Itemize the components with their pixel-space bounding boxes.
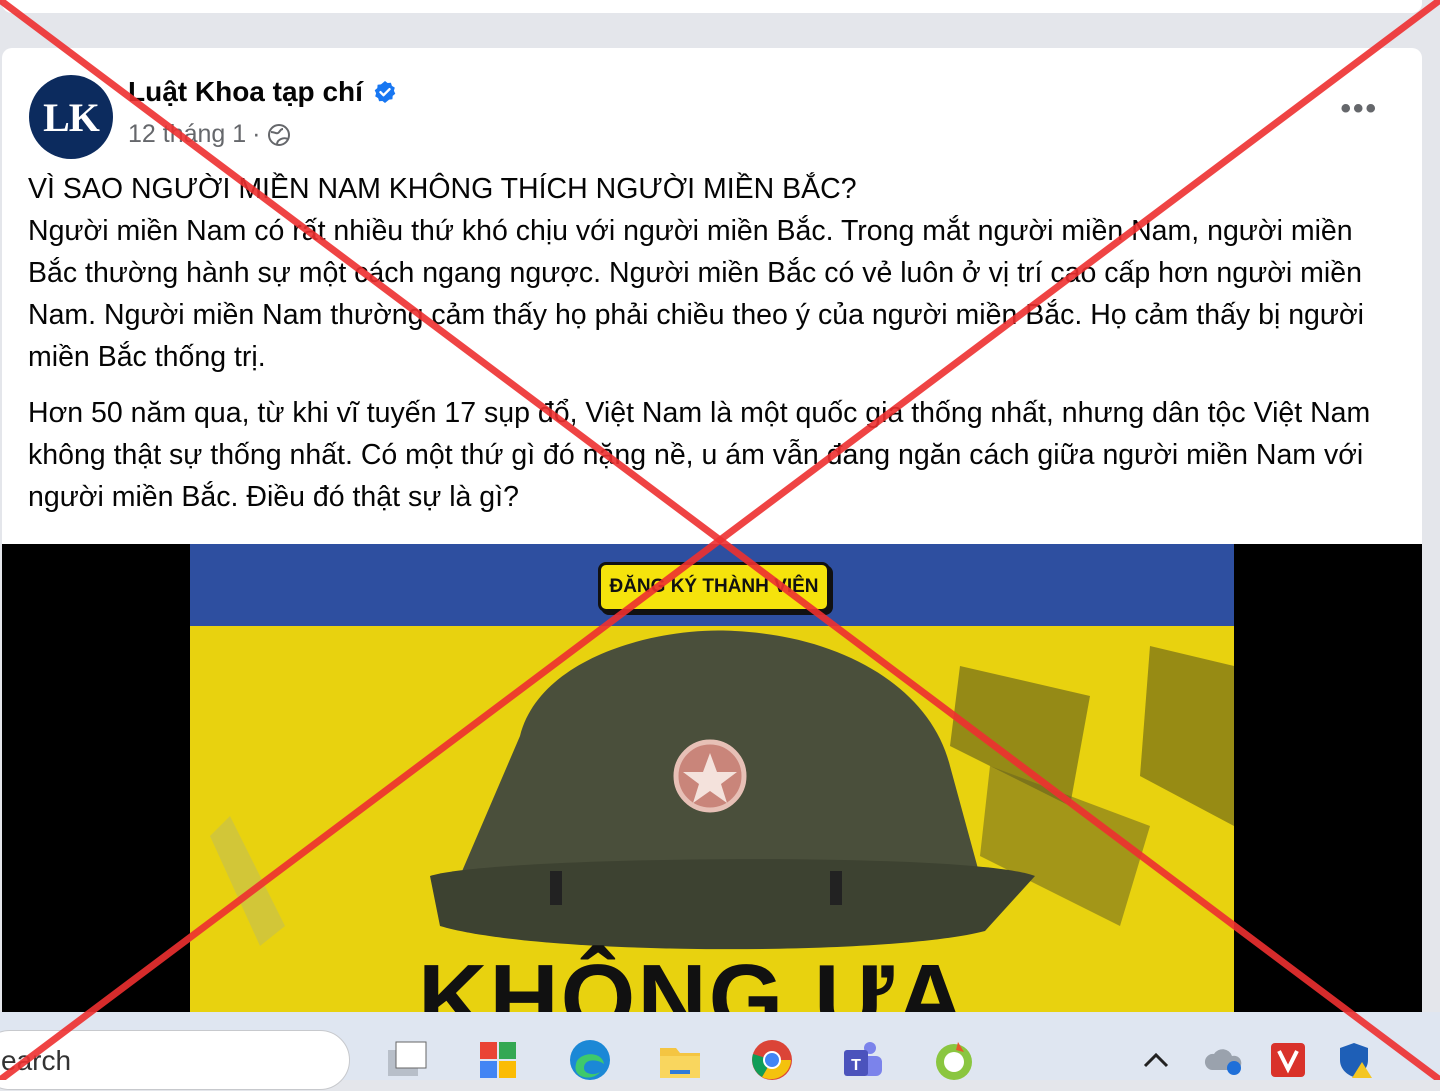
task-view-icon[interactable] xyxy=(382,1036,430,1084)
page-avatar[interactable]: LK xyxy=(29,75,113,159)
windows-taskbar: earch T xyxy=(0,1012,1440,1090)
globe-icon xyxy=(267,123,290,146)
post-text: VÌ SAO NGƯỜI MIỀN NAM KHÔNG THÍCH NGƯỜI … xyxy=(28,168,1408,532)
author-name[interactable]: Luật Khoa tạp chí xyxy=(128,76,363,108)
chevron-up-icon[interactable] xyxy=(1132,1036,1180,1084)
video-thumbnail: ĐĂNG KÝ THÀNH VIÊN KHÔNG ƯA xyxy=(190,544,1234,1048)
start-icon[interactable] xyxy=(474,1036,522,1084)
file-explorer-icon[interactable] xyxy=(656,1036,704,1084)
verified-badge-icon xyxy=(374,81,396,103)
post-meta: 12 tháng 1 · xyxy=(128,120,291,149)
coccoc-icon[interactable] xyxy=(930,1036,978,1084)
subscribe-button-graphic: ĐĂNG KÝ THÀNH VIÊN xyxy=(598,562,830,612)
post-date[interactable]: 12 tháng 1 xyxy=(128,120,246,149)
onedrive-icon[interactable] xyxy=(1200,1036,1248,1084)
author-row: Luật Khoa tạp chí xyxy=(128,76,397,108)
post-paragraph: Hơn 50 năm qua, từ khi vĩ tuyến 17 sụp đ… xyxy=(28,397,1371,513)
previous-post-card xyxy=(2,0,1422,13)
edge-icon[interactable] xyxy=(566,1036,614,1084)
taskbar-search-input[interactable]: earch xyxy=(0,1030,350,1090)
svg-text:T: T xyxy=(851,1057,861,1074)
vivaldi-icon[interactable] xyxy=(1264,1036,1312,1084)
chrome-icon[interactable] xyxy=(748,1036,796,1084)
more-options-button[interactable]: ••• xyxy=(1340,92,1378,126)
post-video[interactable]: ĐĂNG KÝ THÀNH VIÊN KHÔNG ƯA xyxy=(2,544,1422,1048)
teams-icon[interactable]: T xyxy=(838,1036,886,1084)
facebook-post: LK Luật Khoa tạp chí 12 tháng 1 · ••• VÌ… xyxy=(2,48,1422,1048)
post-paragraph: VÌ SAO NGƯỜI MIỀN NAM KHÔNG THÍCH NGƯỜI … xyxy=(28,173,1364,373)
security-icon[interactable] xyxy=(1330,1036,1378,1084)
